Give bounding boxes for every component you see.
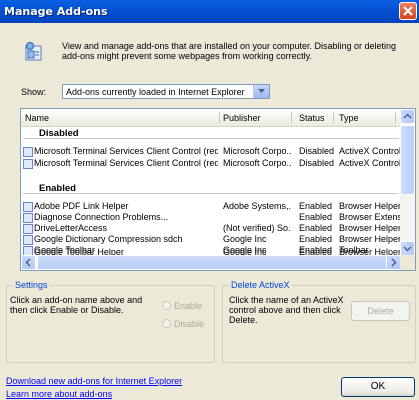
radio-circle	[162, 319, 171, 328]
column-header-name[interactable]: Name	[25, 113, 49, 123]
description-text: View and manage add-ons that are install…	[62, 41, 397, 61]
settings-text: Click an add-on name above and then clic…	[10, 295, 143, 315]
add-ons-icon	[22, 41, 44, 63]
add-on-icon	[23, 224, 33, 234]
add-on-name: Adobe PDF Link Helper	[34, 201, 129, 211]
delete-button[interactable]: Delete	[351, 301, 410, 321]
group-divider	[23, 193, 399, 194]
add-ons-list[interactable]: Name Publisher Status Type Disabled Micr…	[20, 108, 416, 271]
add-on-publisher: Microsoft Corpo...	[223, 146, 291, 156]
add-on-status: Disabled	[299, 146, 335, 156]
add-on-status: Enabled	[299, 223, 333, 233]
column-header-type[interactable]: Type	[339, 113, 359, 123]
list-item[interactable]: Diagnose Connection Problems... Enabled …	[21, 212, 401, 223]
add-on-publisher: Adobe Systems,...	[223, 201, 291, 211]
settings-legend: Settings	[13, 280, 50, 290]
add-on-name: Diagnose Connection Problems...	[34, 212, 169, 222]
add-on-type: ActiveX Control	[339, 158, 401, 168]
delete-activex-group: Delete ActiveX Click the name of an Acti…	[222, 280, 416, 363]
close-button[interactable]	[399, 2, 417, 20]
vertical-scrollbar[interactable]	[400, 109, 415, 256]
add-on-name: Microsoft Terminal Services Client Contr…	[34, 146, 218, 156]
add-on-icon	[23, 147, 33, 157]
vertical-scroll-thumb[interactable]	[400, 125, 415, 195]
add-on-name: Microsoft Terminal Services Client Contr…	[34, 158, 218, 168]
add-on-icon	[23, 202, 33, 212]
show-dropdown[interactable]: Add-ons currently loaded in Internet Exp…	[62, 84, 270, 99]
chevron-left-icon	[25, 258, 31, 267]
settings-group: Settings Click an add-on name above and …	[6, 280, 215, 363]
chevron-down-icon	[403, 246, 412, 252]
window-title: Manage Add-ons	[4, 5, 108, 18]
group-divider	[23, 138, 399, 139]
delete-activex-text: Click the name of an ActiveX control abo…	[229, 295, 344, 325]
add-on-status: Enabled	[299, 234, 333, 244]
horizontal-scrollbar[interactable]	[21, 255, 401, 270]
show-label: Show:	[21, 87, 47, 97]
chevron-up-icon	[403, 113, 412, 119]
scroll-up-button[interactable]	[400, 109, 415, 124]
list-item[interactable]: Adobe PDF Link Helper Adobe Systems,... …	[21, 201, 401, 212]
add-on-publisher: (Not verified) So...	[223, 223, 291, 233]
list-item[interactable]: Microsoft Terminal Services Client Contr…	[21, 146, 401, 157]
add-on-publisher: Microsoft Corpo...	[223, 158, 291, 168]
add-on-status: Enabled	[299, 201, 333, 211]
add-on-type: Browser Helper (	[339, 223, 401, 233]
add-on-type: ActiveX Control	[339, 146, 401, 156]
add-on-icon	[23, 235, 33, 245]
title-bar[interactable]: Manage Add-ons	[0, 0, 419, 23]
scroll-down-button[interactable]	[400, 241, 415, 256]
radio-circle	[162, 301, 171, 310]
learn-more-link[interactable]: Learn more about add-ons	[6, 389, 112, 399]
horizontal-scroll-thumb[interactable]	[37, 255, 389, 270]
ok-button[interactable]: OK	[341, 377, 415, 397]
enable-label: Enable	[174, 301, 203, 311]
chevron-down-icon	[258, 89, 265, 93]
delete-activex-legend: Delete ActiveX	[229, 280, 292, 290]
add-on-publisher: Google Inc	[223, 234, 267, 244]
column-header-publisher[interactable]: Publisher	[223, 113, 261, 123]
list-header: Name Publisher Status Type	[21, 109, 401, 127]
add-on-name: Google Dictionary Compression sdch	[34, 234, 183, 244]
list-item[interactable]: DriveLetterAccess (Not verified) So... E…	[21, 223, 401, 234]
download-add-ons-link[interactable]: Download new add-ons for Internet Explor…	[6, 376, 182, 386]
list-item[interactable]: Google Dictionary Compression sdch Googl…	[21, 234, 401, 245]
chevron-right-icon	[391, 258, 397, 267]
disable-label: Disable	[174, 319, 205, 329]
add-on-status: Enabled	[299, 212, 333, 222]
add-on-icon	[23, 159, 33, 169]
add-on-type: Browser Helper (	[339, 201, 401, 211]
column-header-status[interactable]: Status	[299, 113, 325, 123]
scrollbar-corner	[400, 255, 415, 270]
add-on-icon	[23, 213, 33, 223]
close-icon	[403, 6, 413, 16]
add-on-status: Disabled	[299, 158, 335, 168]
add-on-type: Browser Helper (	[339, 234, 401, 244]
dropdown-button[interactable]	[253, 85, 269, 98]
add-on-name: DriveLetterAccess	[34, 223, 108, 233]
show-dropdown-value: Add-ons currently loaded in Internet Exp…	[66, 87, 245, 97]
add-on-type: Browser Extensio	[339, 212, 401, 222]
scroll-right-button[interactable]	[386, 255, 401, 270]
scroll-left-button[interactable]	[21, 255, 36, 270]
list-item[interactable]: Microsoft Terminal Services Client Contr…	[21, 158, 401, 169]
